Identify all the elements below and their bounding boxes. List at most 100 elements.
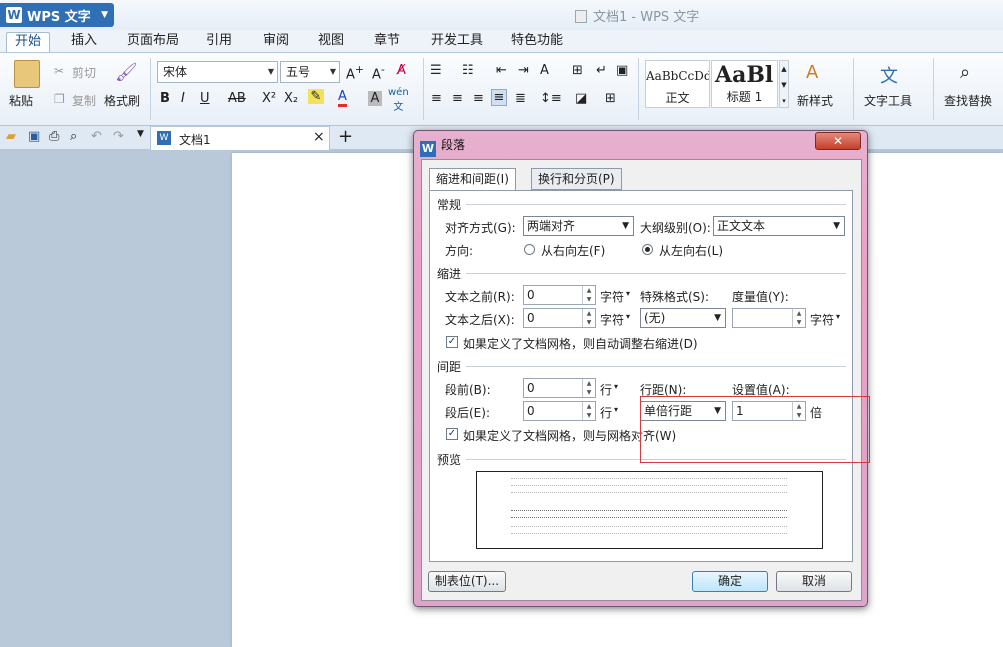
indent-before-input[interactable]: 0 ▲ ▼ — [523, 285, 596, 305]
paste-button[interactable]: 粘贴 — [9, 92, 33, 109]
space-after-input[interactable]: 0 ▲ ▼ — [523, 401, 596, 421]
measure-unit[interactable]: 字符 — [810, 311, 834, 328]
redo-icon[interactable]: ↷ — [113, 129, 124, 144]
text-direction-icon[interactable]: A — [540, 63, 549, 78]
scissors-icon[interactable]: ✂ — [54, 64, 64, 78]
brush-icon[interactable]: 🖌 — [115, 62, 138, 83]
align-left-icon[interactable]: ≡ — [431, 91, 442, 106]
style-scroll[interactable]: ▲ ▼ ▾ — [779, 60, 789, 108]
tab-chapter[interactable]: 章节 — [374, 32, 400, 52]
close-button[interactable]: ✕ — [815, 132, 861, 150]
borders-icon[interactable]: ▣ — [616, 63, 628, 78]
undo-icon[interactable]: ↶ — [91, 129, 102, 144]
char-shading-icon[interactable]: A — [368, 91, 382, 106]
highlight-icon[interactable]: ✎ — [308, 89, 324, 104]
print-preview-icon[interactable]: ⌕ — [70, 129, 77, 144]
special-format-select[interactable]: (无) ▼ — [640, 308, 726, 328]
new-style-button[interactable]: 新样式 — [797, 92, 833, 109]
show-marks-icon[interactable]: ↵ — [596, 63, 607, 78]
document-tab[interactable]: W 文档1 × — [150, 126, 330, 150]
rtl-radio[interactable] — [524, 244, 535, 255]
customize-icon[interactable]: ▼ — [137, 129, 144, 139]
chevron-down-icon[interactable]: ▾ — [614, 382, 618, 391]
italic-icon[interactable]: I — [181, 91, 185, 106]
align-center-icon[interactable]: ≡ — [452, 91, 463, 106]
numbered-list-icon[interactable]: ☷ — [462, 63, 474, 78]
subscript-icon[interactable]: X₂ — [284, 91, 298, 106]
copy-button[interactable]: 复制 — [72, 92, 96, 109]
grow-font-icon[interactable]: A+ — [346, 63, 364, 82]
open-folder-icon[interactable]: ▰ — [6, 129, 16, 144]
find-replace-button[interactable]: 查找替换 — [944, 92, 992, 109]
justify-icon[interactable]: ≡ — [491, 89, 507, 106]
align-right-icon[interactable]: ≡ — [473, 91, 484, 106]
cancel-button[interactable]: 取消 — [776, 571, 852, 592]
measure-input[interactable]: ▲ ▼ — [732, 308, 806, 328]
distribute-icon[interactable]: ≣ — [515, 91, 526, 106]
spacing-grid-checkbox[interactable]: ✓ — [446, 428, 458, 440]
close-icon[interactable]: × — [313, 129, 325, 145]
space-before-unit[interactable]: 行 — [600, 381, 612, 398]
text-tools-button[interactable]: 文字工具 — [864, 92, 912, 109]
bullet-list-icon[interactable]: ☰ — [430, 63, 442, 78]
tab-start[interactable]: 开始 — [6, 32, 51, 52]
tab-reference[interactable]: 引用 — [206, 32, 232, 52]
new-style-icon[interactable]: A — [806, 62, 818, 83]
cut-button[interactable]: 剪切 — [72, 64, 96, 81]
spinner-icon[interactable]: ▲ ▼ — [582, 286, 595, 304]
line-spacing-icon[interactable]: ↕≡ — [540, 91, 562, 106]
tab-line-page-break[interactable]: 换行和分页(P) — [531, 168, 622, 190]
paste-icon[interactable] — [14, 60, 40, 88]
space-after-unit[interactable]: 行 — [600, 404, 612, 421]
format-painter-button[interactable]: 格式刷 — [104, 92, 140, 109]
new-tab-icon[interactable]: + — [338, 126, 353, 147]
ltr-label[interactable]: 从左向右(L) — [659, 242, 723, 259]
indent-after-unit[interactable]: 字符 — [600, 311, 624, 328]
tab-indent-spacing[interactable]: 缩进和间距(I) — [429, 168, 516, 191]
text-tools-icon[interactable]: 文 — [880, 62, 898, 88]
font-size-select[interactable]: 五号 ▼ — [280, 61, 340, 83]
superscript-icon[interactable]: X² — [262, 91, 276, 106]
ok-button[interactable]: 确定 — [692, 571, 768, 592]
tab-dev-tools[interactable]: 开发工具 — [431, 32, 483, 52]
tab-page-layout[interactable]: 页面布局 — [127, 32, 179, 52]
ltr-radio[interactable] — [642, 244, 653, 255]
shrink-font-icon[interactable]: A- — [372, 63, 385, 82]
app-menu-button[interactable]: W WPS 文字 ▼ — [0, 3, 114, 27]
chevron-down-icon[interactable]: ▾ — [836, 312, 840, 321]
spinner-icon[interactable]: ▲ ▼ — [792, 309, 805, 327]
style-heading1[interactable]: AaBl 标题 1 — [711, 60, 778, 108]
tab-view[interactable]: 视图 — [318, 32, 344, 52]
indent-after-input[interactable]: 0 ▲ ▼ — [523, 308, 596, 328]
spinner-icon[interactable]: ▲ ▼ — [582, 309, 595, 327]
tab-review[interactable]: 审阅 — [263, 32, 289, 52]
increase-indent-icon[interactable]: ⇥ — [518, 63, 529, 78]
chevron-down-icon[interactable]: ▾ — [626, 312, 630, 321]
tab-insert[interactable]: 插入 — [71, 32, 97, 52]
border-grid-icon[interactable]: ⊞ — [605, 91, 616, 106]
tab-special[interactable]: 特色功能 — [511, 32, 563, 52]
decrease-indent-icon[interactable]: ⇤ — [496, 63, 507, 78]
indent-before-unit[interactable]: 字符 — [600, 288, 624, 305]
strikethrough-icon[interactable]: AB — [228, 91, 246, 106]
rtl-label[interactable]: 从右向左(F) — [541, 242, 605, 259]
spinner-icon[interactable]: ▲ ▼ — [582, 402, 595, 420]
alignment-select[interactable]: 两端对齐 ▼ — [523, 216, 634, 236]
bold-icon[interactable]: B — [160, 91, 170, 106]
save-icon[interactable]: ▣ — [28, 129, 40, 144]
phonetic-icon[interactable]: wén 文 — [388, 87, 409, 113]
table-icon[interactable]: ⊞ — [572, 63, 583, 78]
tab-stops-button[interactable]: 制表位(T)... — [428, 571, 506, 592]
indent-grid-label[interactable]: 如果定义了文档网格，则自动调整右缩进(D) — [463, 335, 698, 352]
indent-grid-checkbox[interactable]: ✓ — [446, 336, 458, 348]
underline-icon[interactable]: U — [200, 91, 210, 106]
outline-level-select[interactable]: 正文文本 ▼ — [713, 216, 845, 236]
spinner-icon[interactable]: ▲ ▼ — [582, 379, 595, 397]
font-select[interactable]: 宋体 ▼ — [157, 61, 278, 83]
binoculars-icon[interactable]: ⌕ — [960, 62, 970, 83]
copy-icon[interactable]: ❐ — [54, 92, 65, 106]
style-normal[interactable]: AaBbCcDd 正文 — [645, 60, 710, 108]
font-color-icon[interactable]: A — [338, 89, 347, 107]
chevron-down-icon[interactable]: ▾ — [614, 405, 618, 414]
shading-icon[interactable]: ◪ — [575, 91, 587, 106]
